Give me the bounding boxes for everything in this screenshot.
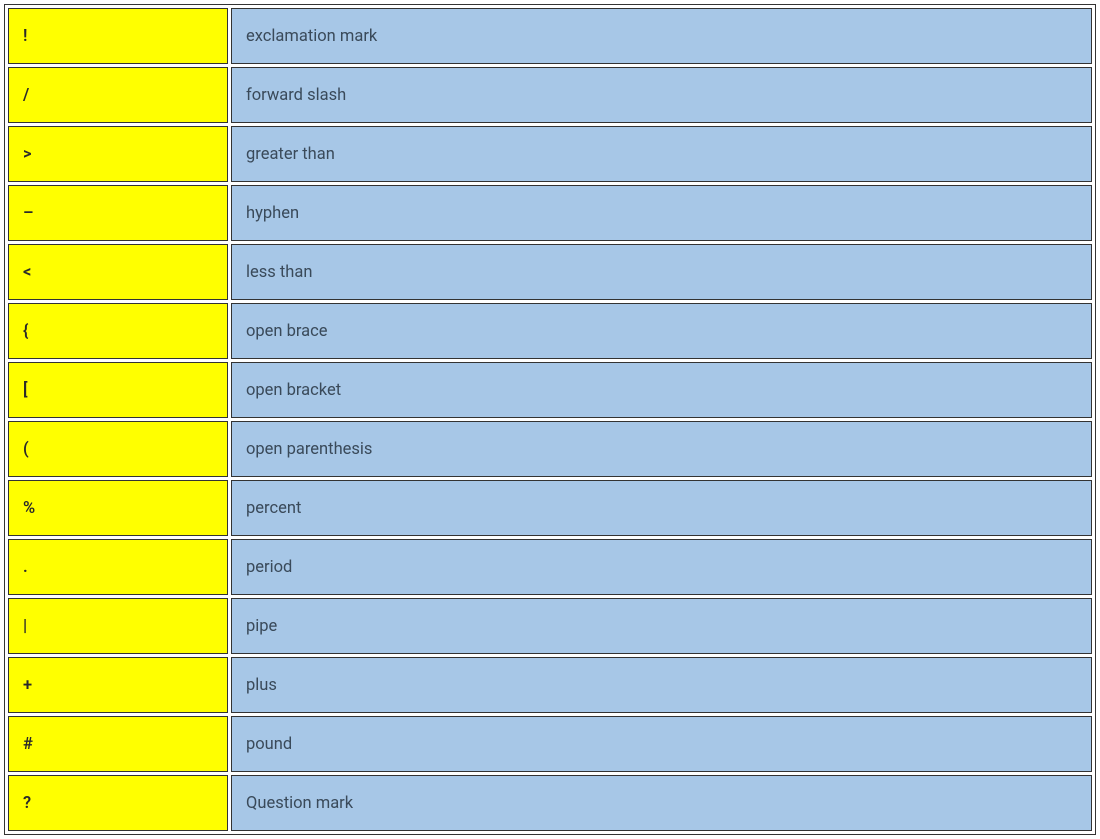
symbol-cell: [: [8, 362, 228, 418]
description-cell: forward slash: [231, 67, 1092, 123]
description-cell: period: [231, 539, 1092, 595]
table-row: [ open bracket: [8, 362, 1092, 418]
table-row: ( open parenthesis: [8, 421, 1092, 477]
symbol-cell: !: [8, 8, 228, 64]
symbol-cell: /: [8, 67, 228, 123]
symbol-cell: {: [8, 303, 228, 359]
table-row: # pound: [8, 716, 1092, 772]
table-row: . period: [8, 539, 1092, 595]
description-cell: greater than: [231, 126, 1092, 182]
table-row: | pipe: [8, 598, 1092, 654]
table-row: – hyphen: [8, 185, 1092, 241]
symbol-cell: >: [8, 126, 228, 182]
table-row: ? Question mark: [8, 775, 1092, 831]
table-row: { open brace: [8, 303, 1092, 359]
symbol-cell: #: [8, 716, 228, 772]
symbol-cell: %: [8, 480, 228, 536]
symbol-cell: +: [8, 657, 228, 713]
description-cell: pound: [231, 716, 1092, 772]
description-cell: less than: [231, 244, 1092, 300]
table-row: > greater than: [8, 126, 1092, 182]
description-cell: exclamation mark: [231, 8, 1092, 64]
table-row: % percent: [8, 480, 1092, 536]
table-row: / forward slash: [8, 67, 1092, 123]
symbol-cell: |: [8, 598, 228, 654]
table-row: < less than: [8, 244, 1092, 300]
symbol-cell: –: [8, 185, 228, 241]
description-cell: plus: [231, 657, 1092, 713]
symbol-cell: .: [8, 539, 228, 595]
description-cell: open parenthesis: [231, 421, 1092, 477]
table-row: ! exclamation mark: [8, 8, 1092, 64]
symbol-cell: <: [8, 244, 228, 300]
description-cell: open brace: [231, 303, 1092, 359]
description-cell: hyphen: [231, 185, 1092, 241]
symbol-cell: ?: [8, 775, 228, 831]
description-cell: percent: [231, 480, 1092, 536]
symbols-table: ! exclamation mark / forward slash > gre…: [4, 4, 1096, 835]
symbol-cell: (: [8, 421, 228, 477]
description-cell: open bracket: [231, 362, 1092, 418]
table-row: + plus: [8, 657, 1092, 713]
table-body: ! exclamation mark / forward slash > gre…: [8, 8, 1092, 831]
description-cell: Question mark: [231, 775, 1092, 831]
description-cell: pipe: [231, 598, 1092, 654]
